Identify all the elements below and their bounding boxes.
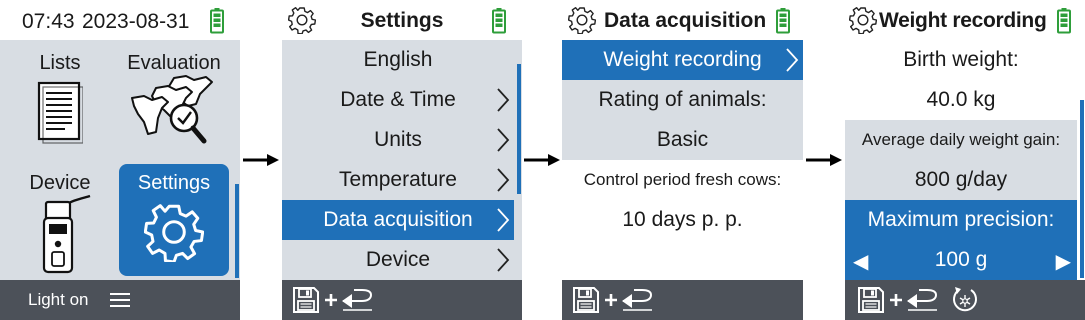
save-icon[interactable] [572,286,600,314]
reset-icon[interactable] [950,285,980,315]
back-icon[interactable] [905,288,939,312]
chevron-right-icon [496,88,510,112]
plus-icon [889,293,903,307]
setting-value: Basic [656,128,709,151]
tile-lists-label: Lists [39,52,81,74]
battery-icon [776,7,790,34]
gear-icon [568,6,596,34]
chevron-right-icon [496,208,510,232]
menu-item-temperature[interactable]: Temperature [282,160,514,200]
birth-weight-value[interactable]: 40.0 kg [845,80,1077,120]
page-title: Data acquisition [604,9,767,32]
clock-time: 07:43 [22,10,75,33]
plus-icon [324,293,338,307]
home-screen: 07:43 2023-08-31 Lists Evaluation Device… [0,0,240,320]
adg-value[interactable]: 800 g/day [845,160,1077,200]
setting-value: 10 days p. p. [622,208,743,231]
precision-selector[interactable]: ◀ 100 g ▶ [845,240,1077,280]
arrow-right-icon[interactable]: ▶ [1056,249,1071,274]
menu-item-data-acquisition[interactable]: Data acquisition [282,200,514,240]
menu-item-label: Weight recording [603,48,762,71]
menu-item-label: Data acquisition [323,208,473,231]
menu-item-label: Date & Time [340,88,456,111]
arrow-left-icon[interactable]: ◀ [853,249,868,274]
footer-bar [282,280,522,320]
menu-item-label: Temperature [339,168,457,191]
settings-screen: Settings English Date & Time Units Tempe… [282,0,522,320]
setting-label: Rating of animals: [598,88,767,111]
page-title: Settings [360,9,444,32]
birth-weight-label: Birth weight: [845,40,1077,80]
menu-icon[interactable] [110,292,130,308]
title-bar: Settings [282,0,522,40]
rating-value[interactable]: Basic [562,120,803,160]
save-icon[interactable] [857,286,885,314]
tile-settings-label: Settings [137,172,211,194]
setting-value: 100 g [934,248,988,271]
menu-item-device[interactable]: Device [282,240,514,280]
menu-item-date-time[interactable]: Date & Time [282,80,514,120]
footer-bar [845,280,1085,320]
control-period-value[interactable]: 10 days p. p. [562,200,803,240]
setting-label: Birth weight: [903,48,1019,71]
chevron-right-icon [785,48,799,72]
back-icon[interactable] [620,288,654,312]
tile-device-label: Device [29,172,91,194]
plus-icon [604,293,618,307]
battery-icon [210,7,224,34]
setting-label: Average daily weight gain: [861,130,1061,149]
gear-icon [849,6,877,34]
tile-evaluation[interactable]: Evaluation [118,44,230,154]
adg-label: Average daily weight gain: [845,120,1077,160]
data-acquisition-screen: Data acquisition Weight recording Rating… [562,0,803,320]
light-toggle[interactable]: Light on [28,290,89,310]
menu-item-label: Device [365,248,431,271]
battery-icon [1057,7,1071,34]
chevron-right-icon [496,168,510,192]
clock-date: 2023-08-31 [82,10,190,33]
tile-lists[interactable]: Lists [10,44,110,154]
menu-item-weight-recording[interactable]: Weight recording [562,40,803,80]
gear-icon [144,202,204,262]
status-bar: 07:43 2023-08-31 [0,0,240,40]
flow-arrow-icon [524,153,560,167]
handheld-device-icon [42,194,91,274]
tile-device[interactable]: Device [10,164,110,276]
setting-label: Control period fresh cows: [583,170,782,189]
menu-item-units[interactable]: Units [282,120,514,160]
scrollbar[interactable] [517,64,521,194]
footer-bar [562,280,803,320]
menu-item-label: English [363,48,433,71]
footer-bar: Light on [0,280,240,320]
flow-arrow-icon [806,153,842,167]
weight-recording-screen: Weight recording Birth weight: 40.0 kg A… [845,0,1085,320]
page-title: Weight recording [879,9,1047,32]
chevron-right-icon [496,248,510,272]
setting-value: 800 g/day [914,168,1008,191]
save-icon[interactable] [292,286,320,314]
scrollbar[interactable] [235,184,239,278]
menu-item-label: Units [374,128,422,151]
tile-settings[interactable]: Settings [119,164,229,276]
chevron-right-icon [496,128,510,152]
evaluation-icon [131,75,213,144]
list-icon [37,81,83,144]
setting-label: Maximum precision: [867,208,1055,231]
scrollbar[interactable] [1080,100,1084,278]
setting-value: 40.0 kg [926,88,996,111]
flow-arrow-icon [243,153,279,167]
control-period-label: Control period fresh cows: [562,160,803,200]
title-bar: Data acquisition [562,0,803,40]
back-icon[interactable] [340,288,374,312]
menu-item-language[interactable]: English [282,40,514,80]
precision-label: Maximum precision: [845,200,1077,240]
tile-evaluation-label: Evaluation [127,52,221,74]
rating-label: Rating of animals: [562,80,803,120]
battery-icon [492,7,506,34]
title-bar: Weight recording [845,0,1085,40]
